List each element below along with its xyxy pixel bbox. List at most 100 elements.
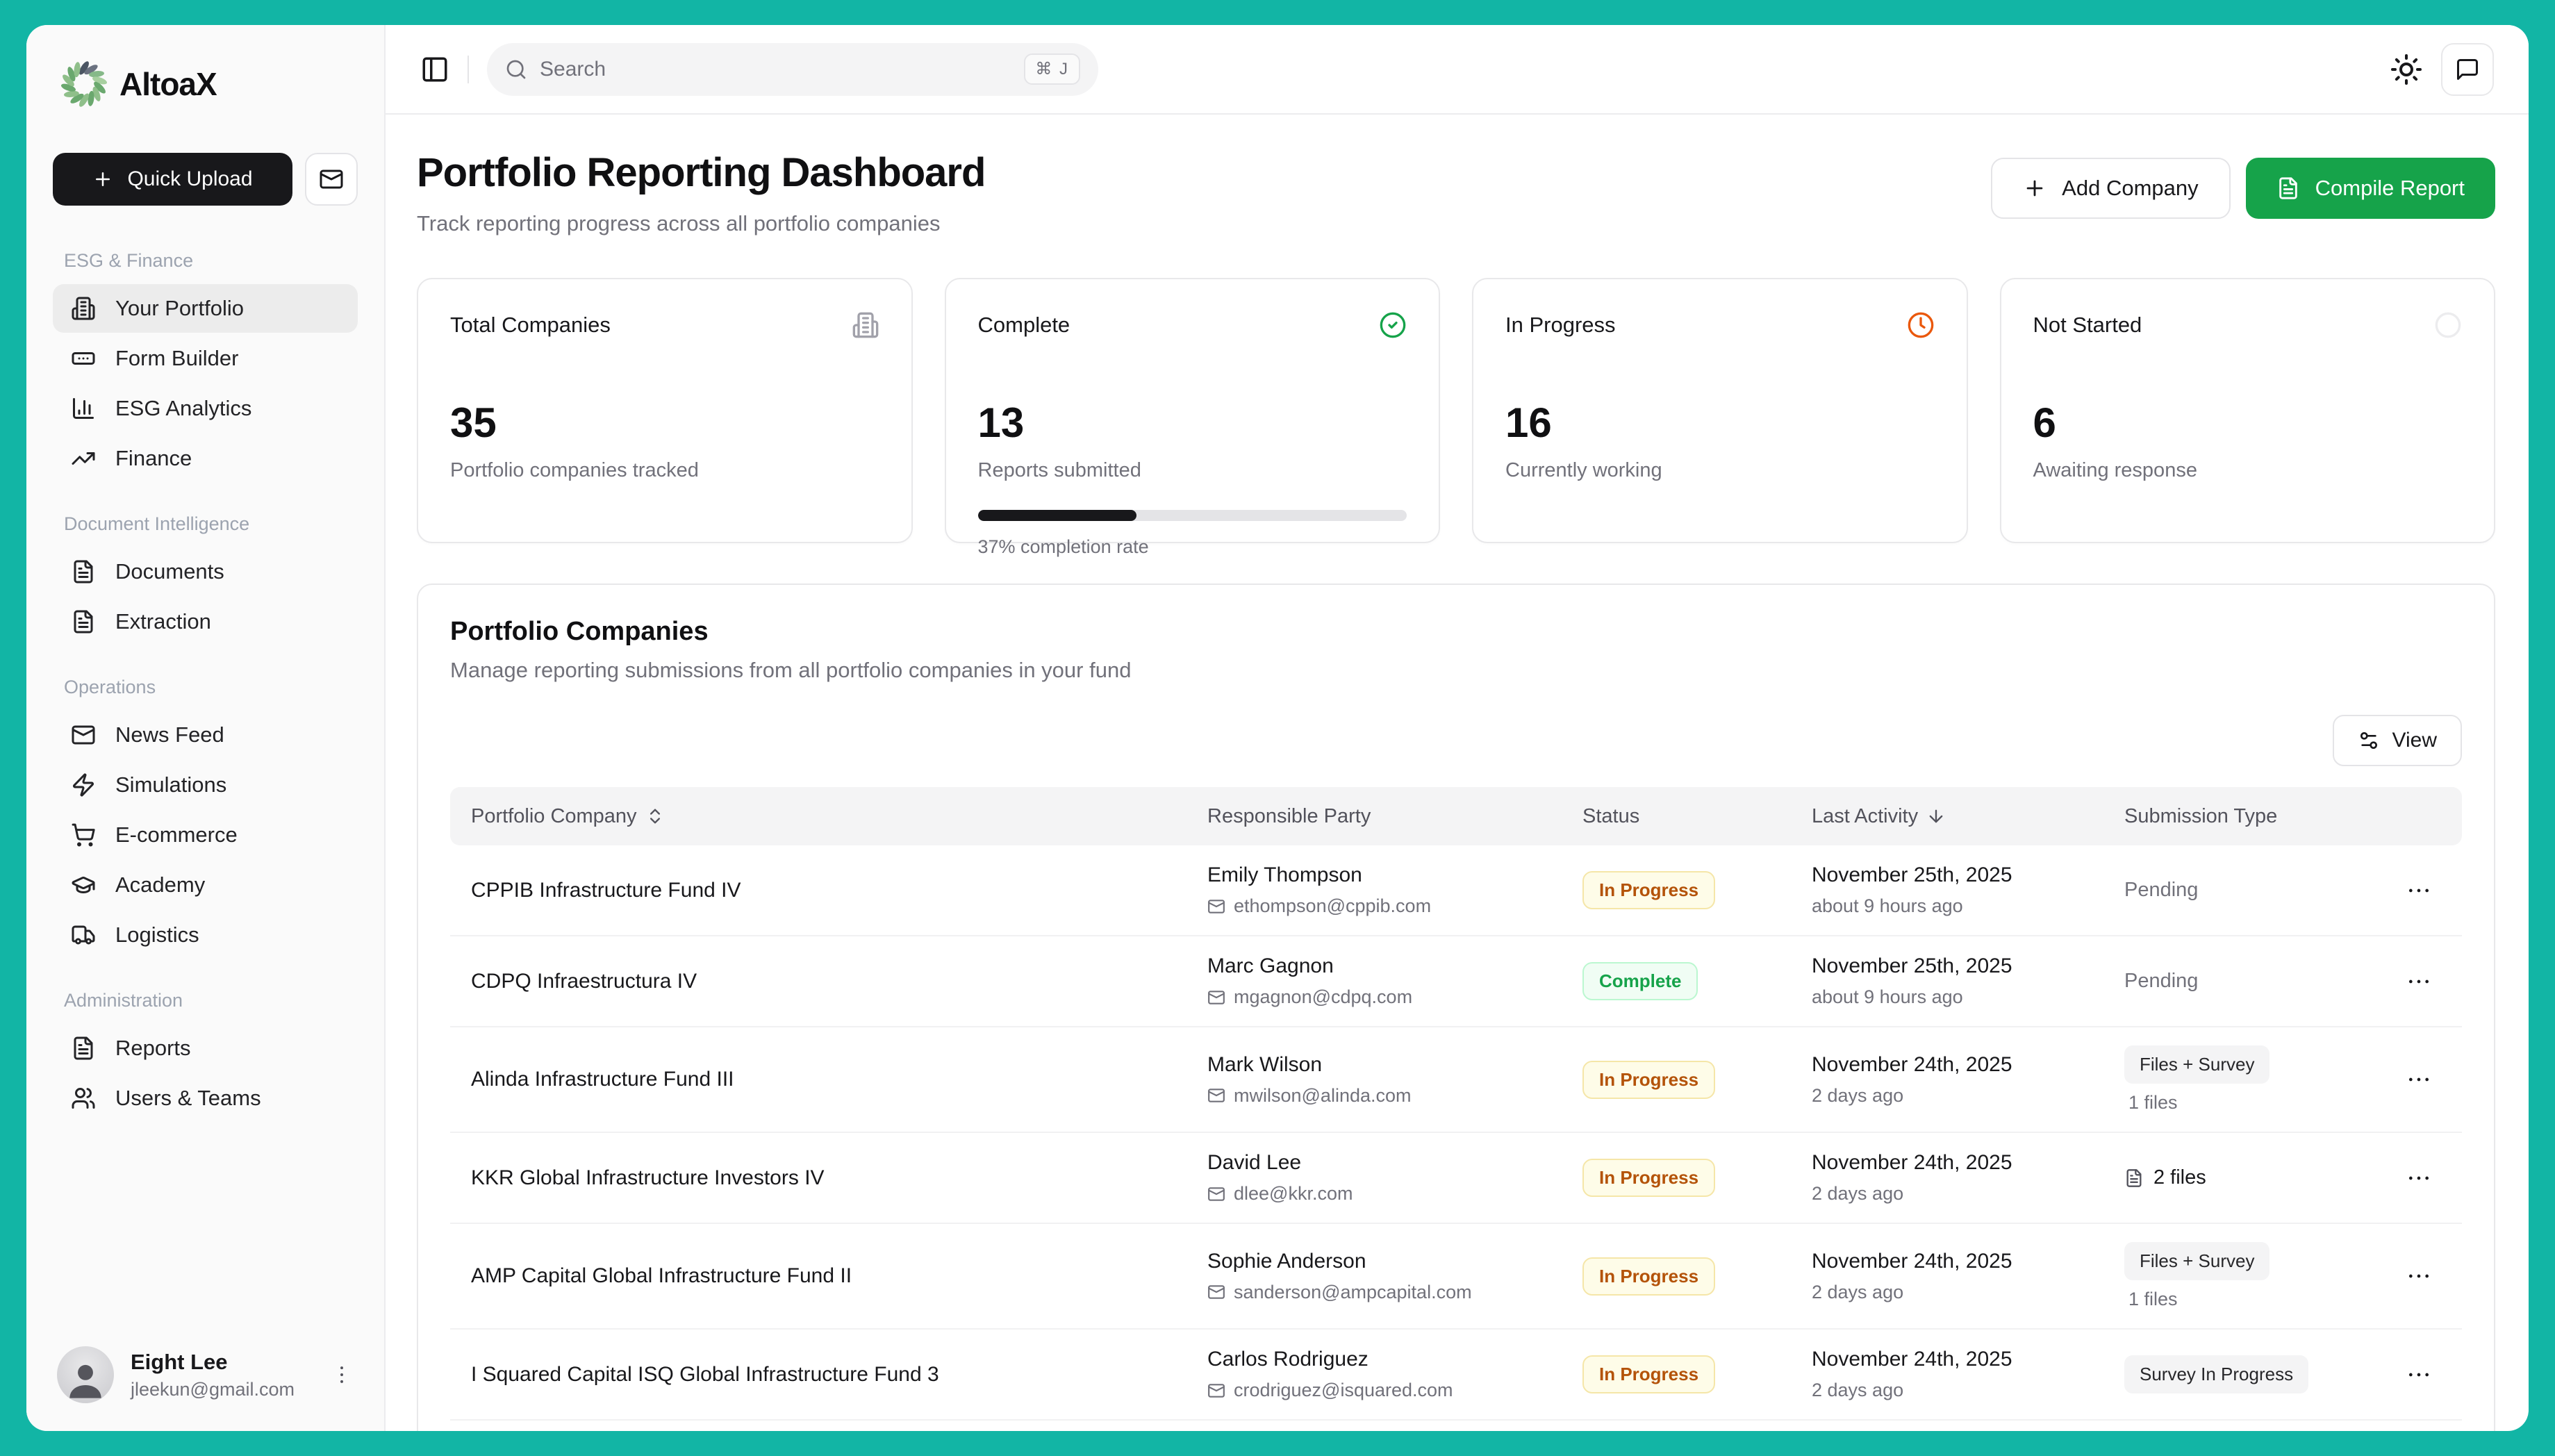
- sidebar-toggle-icon[interactable]: [420, 55, 449, 84]
- add-company-button[interactable]: Add Company: [1991, 158, 2230, 219]
- compile-report-label: Compile Report: [2315, 176, 2465, 201]
- sidebar-item-extraction[interactable]: Extraction: [53, 597, 358, 646]
- table-row[interactable]: CDPQ Infraestructura IVMarc Gagnonmgagno…: [450, 936, 2462, 1027]
- submission-files-note: 1 files: [2124, 1289, 2360, 1310]
- sidebar-item-reports[interactable]: Reports: [53, 1024, 358, 1073]
- contact-name: David Lee: [1207, 1151, 1582, 1175]
- sidebar-item-your-portfolio[interactable]: Your Portfolio: [53, 284, 358, 333]
- mail-icon: [1207, 897, 1225, 916]
- responsible-party-cell: David Leedlee@kkr.com: [1207, 1151, 1582, 1205]
- row-menu-button[interactable]: [2405, 1361, 2433, 1389]
- contact-email-text: sanderson@ampcapital.com: [1234, 1282, 1472, 1303]
- status-badge: In Progress: [1582, 1257, 1715, 1296]
- user-account[interactable]: Eight Lee jleekun@gmail.com: [53, 1339, 358, 1403]
- row-menu-button[interactable]: [2405, 1262, 2433, 1290]
- row-menu-button[interactable]: [2405, 877, 2433, 904]
- table-row[interactable]: KKR Global Infrastructure Investors IVDa…: [450, 1133, 2462, 1224]
- compile-report-button[interactable]: Compile Report: [2246, 158, 2495, 219]
- stat-card-header: In Progress: [1505, 311, 1935, 339]
- sidebar-item-label: Finance: [115, 446, 192, 471]
- nav-section: OperationsNews FeedSimulationsE-commerce…: [53, 677, 358, 959]
- submission-files: 2 files: [2124, 1166, 2360, 1189]
- mail-icon: [1207, 988, 1225, 1007]
- last-activity-date: November 25th, 2025: [1812, 954, 2124, 978]
- sidebar-item-form-builder[interactable]: Form Builder: [53, 334, 358, 383]
- sidebar-item-label: ESG Analytics: [115, 396, 251, 421]
- chat-button[interactable]: [2441, 43, 2494, 96]
- view-button[interactable]: View: [2333, 715, 2462, 766]
- sidebar-item-esg-analytics[interactable]: ESG Analytics: [53, 384, 358, 433]
- contact-email-text: mgagnon@cdpq.com: [1234, 986, 1412, 1008]
- portfolio-companies-panel: Portfolio Companies Manage reporting sub…: [417, 584, 2495, 1431]
- table-row[interactable]: I Squared Capital ISQ Global Infrastruct…: [450, 1330, 2462, 1421]
- nav-section: AdministrationReportsUsers & Teams: [53, 990, 358, 1123]
- sidebar-item-label: Simulations: [115, 772, 226, 797]
- stat-value: 13: [978, 399, 1407, 447]
- chart-icon: [71, 396, 96, 421]
- user-name: Eight Lee: [131, 1350, 313, 1375]
- sliders-icon: [2358, 729, 2380, 752]
- status-badge: Complete: [1582, 962, 1698, 1000]
- submission-badge: Files + Survey: [2124, 1242, 2269, 1280]
- column-header-portfolio-company[interactable]: Portfolio Company: [471, 805, 1207, 828]
- sidebar-item-documents[interactable]: Documents: [53, 547, 358, 596]
- table-row[interactable]: AMP Capital Global Infrastructure Fund I…: [450, 1224, 2462, 1330]
- submission-text: Pending: [2124, 879, 2360, 902]
- stat-card-header: Not Started: [2033, 311, 2463, 339]
- contact-email: sanderson@ampcapital.com: [1207, 1282, 1582, 1303]
- row-menu-button[interactable]: [2405, 968, 2433, 995]
- file-text-icon: [2276, 176, 2300, 200]
- last-activity-relative: 2 days ago: [1812, 1085, 2124, 1107]
- row-menu-button[interactable]: [2405, 1164, 2433, 1192]
- column-header-submission-type[interactable]: Submission Type: [2124, 805, 2360, 828]
- responsible-party-cell: Carlos Rodriguezcrodriguez@isquared.com: [1207, 1348, 1582, 1401]
- stat-caption: Reports submitted: [978, 459, 1407, 482]
- sidebar-item-e-commerce[interactable]: E-commerce: [53, 811, 358, 859]
- last-activity-date: November 24th, 2025: [1812, 1151, 2124, 1175]
- contact-name: Mark Wilson: [1207, 1053, 1582, 1077]
- main-area: Search ⌘ J Portfolio Reporting Dashboard…: [386, 25, 2529, 1431]
- column-header-status[interactable]: Status: [1582, 805, 1812, 828]
- status-cell: In Progress: [1582, 1061, 1812, 1099]
- stat-title: Complete: [978, 313, 1070, 338]
- sidebar-item-simulations[interactable]: Simulations: [53, 761, 358, 809]
- stat-card-in-progress: In Progress16Currently working: [1472, 278, 1968, 543]
- table-row[interactable]: CPPIB Infrastructure Fund IVEmily Thomps…: [450, 845, 2462, 936]
- column-header-last-activity[interactable]: Last Activity: [1812, 805, 2124, 828]
- table-row[interactable]: Alinda Infrastructure Fund IIIMark Wilso…: [450, 1027, 2462, 1133]
- status-badge: In Progress: [1582, 871, 1715, 909]
- sidebar-item-academy[interactable]: Academy: [53, 861, 358, 909]
- contact-name: Carlos Rodriguez: [1207, 1348, 1582, 1371]
- sidebar-nav: ESG & Finance Your PortfolioForm Builder E…: [53, 233, 358, 1339]
- sidebar-item-label: Reports: [115, 1036, 191, 1061]
- sidebar-item-finance[interactable]: Finance: [53, 434, 358, 483]
- quick-upload-button[interactable]: Quick Upload: [53, 153, 292, 206]
- contact-name: Emily Thompson: [1207, 863, 1582, 887]
- search-input[interactable]: Search ⌘ J: [487, 43, 1098, 96]
- building-icon: [71, 296, 96, 321]
- responsible-party-cell: Emily Thompsonethompson@cppib.com: [1207, 863, 1582, 917]
- row-menu-button[interactable]: [2405, 1066, 2433, 1093]
- stat-caption: Portfolio companies tracked: [450, 459, 879, 482]
- more-vertical-icon[interactable]: [330, 1363, 354, 1387]
- table-row[interactable]: Quinbrook Infrastructure Partners Climat…: [450, 1421, 2462, 1431]
- inbox-button[interactable]: [305, 153, 358, 206]
- stats-row: Total Companies35Portfolio companies tra…: [417, 278, 2495, 543]
- last-activity-date: November 24th, 2025: [1812, 1250, 2124, 1273]
- mail-icon: [319, 167, 344, 192]
- status-cell: In Progress: [1582, 871, 1812, 909]
- last-activity-relative: 2 days ago: [1812, 1380, 2124, 1401]
- sidebar-item-users-teams[interactable]: Users & Teams: [53, 1074, 358, 1123]
- responsible-party-cell: Mark Wilsonmwilson@alinda.com: [1207, 1053, 1582, 1107]
- column-header-responsible-party[interactable]: Responsible Party: [1207, 805, 1582, 828]
- sidebar-item-news-feed[interactable]: News Feed: [53, 711, 358, 759]
- sidebar-item-logistics[interactable]: Logistics: [53, 911, 358, 959]
- stat-card-header: Total Companies: [450, 311, 879, 339]
- arrow-down-icon: [1926, 806, 1946, 826]
- contact-email: mgagnon@cdpq.com: [1207, 986, 1582, 1008]
- nav-section-label: ESG & Finance: [53, 250, 358, 272]
- theme-toggle-sun-icon[interactable]: [2390, 53, 2423, 86]
- topbar-divider: [468, 56, 469, 83]
- stat-title: In Progress: [1505, 313, 1616, 338]
- submission-badge: Survey In Progress: [2124, 1355, 2308, 1393]
